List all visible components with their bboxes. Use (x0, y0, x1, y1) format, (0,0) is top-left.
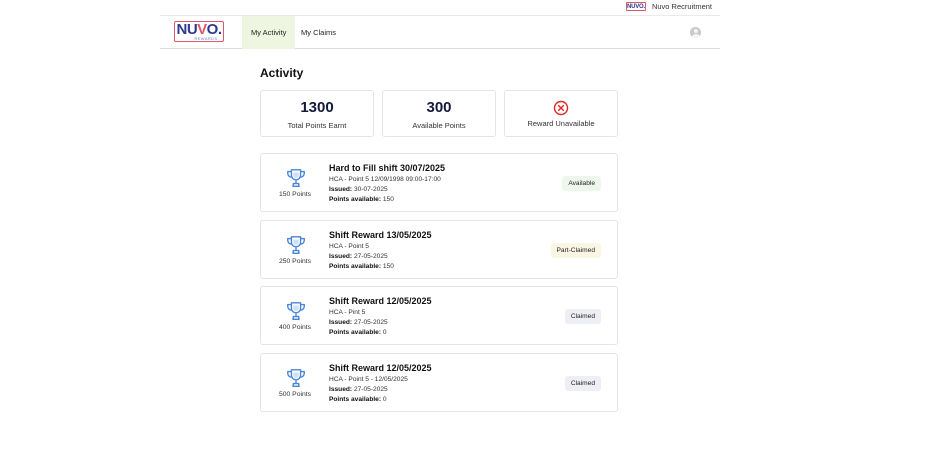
activity-detail: HCA - Point 5 - 12/05/2025 (329, 376, 408, 383)
activity-points-available: Points available: 150 (329, 196, 394, 203)
issued-date: 27-05-2025 (353, 319, 388, 326)
trophy-icon (287, 302, 305, 320)
activity-title: Shift Reward 13/05/2025 (329, 230, 432, 240)
activity-points-available: Points available: 150 (329, 263, 394, 270)
logo-subtitle: REWARDS (194, 35, 218, 41)
activity-title: Shift Reward 12/05/2025 (329, 363, 432, 373)
logo-text-nu: NU (176, 20, 198, 38)
status-badge: Claimed (564, 309, 601, 324)
issued-date: 27-05-2025 (353, 253, 388, 260)
activity-issued: Issued: 27-05-2025 (329, 386, 388, 393)
issued-label: Issued: (329, 319, 353, 326)
logo-text-v: V (197, 20, 207, 38)
activity-card[interactable]: 400 Points Shift Reward 12/05/2025 HCA -… (260, 286, 618, 345)
points-earned: 500 Points (278, 391, 312, 398)
tab-my-claims[interactable]: My Claims (292, 16, 345, 49)
issued-date: 30-07-2025 (353, 186, 388, 193)
trophy-icon (287, 236, 305, 254)
points-available-label: Points available: (329, 263, 382, 270)
trophy-icon (287, 169, 305, 187)
points-available-value: 150 (382, 196, 394, 203)
activity-card[interactable]: 250 Points Shift Reward 13/05/2025 HCA -… (260, 220, 618, 279)
stat-available-points: 300 Available Points (382, 90, 496, 137)
org-switcher[interactable]: NUVO. Nuvo Recruitment (625, 2, 712, 11)
points-available-value: 0 (382, 396, 387, 403)
stat-total-points: 1300 Total Points Earnt (260, 90, 374, 137)
tab-my-activity[interactable]: My Activity (242, 16, 296, 49)
points-earned: 400 Points (278, 324, 312, 331)
points-available-label: Points available: (329, 196, 382, 203)
trophy-icon (287, 369, 305, 387)
org-name: Nuvo Recruitment (651, 2, 712, 11)
top-org-bar: NUVO. Nuvo Recruitment (0, 0, 941, 15)
issued-date: 27-05-2025 (353, 386, 388, 393)
activity-issued: Issued: 30-07-2025 (329, 186, 388, 193)
nuvo-rewards-logo[interactable]: NUVO. REWARDS (174, 21, 224, 42)
page-title: Activity (260, 66, 304, 80)
stat-label: Available Points (412, 121, 466, 130)
activity-detail: HCA - Point 5 12/09/1998 09:00-17:00 (329, 176, 441, 183)
main-navbar: NUVO. REWARDS My Activity My Claims (160, 15, 720, 49)
status-badge: Available (562, 176, 601, 191)
activity-card[interactable]: 500 Points Shift Reward 12/05/2025 HCA -… (260, 353, 618, 412)
activity-points-available: Points available: 0 (329, 396, 387, 403)
org-logo: NUVO. (625, 2, 646, 11)
points-available-label: Points available: (329, 329, 382, 336)
points-available-value: 0 (382, 329, 387, 336)
activity-card[interactable]: 150 Points Hard to Fill shift 30/07/2025… (260, 153, 618, 212)
issued-label: Issued: (329, 253, 353, 260)
issued-label: Issued: (329, 186, 353, 193)
activity-title: Hard to Fill shift 30/07/2025 (329, 163, 446, 173)
activity-detail: HCA - Pint 5 (329, 309, 366, 316)
points-earned: 250 Points (278, 258, 312, 265)
issued-label: Issued: (329, 386, 353, 393)
points-available-value: 150 (382, 263, 394, 270)
activity-title: Shift Reward 12/05/2025 (329, 296, 432, 306)
points-available-label: Points available: (329, 396, 382, 403)
stat-value: 1300 (300, 99, 334, 116)
status-badge: Claimed (564, 376, 601, 391)
user-avatar-icon[interactable] (690, 27, 701, 38)
stat-label: Reward Unavailable (527, 119, 595, 128)
status-badge: Part-Claimed (550, 243, 601, 258)
stat-label: Total Points Earnt (287, 121, 347, 130)
points-earned: 150 Points (278, 191, 312, 198)
activity-issued: Issued: 27-05-2025 (329, 253, 388, 260)
stat-value: 300 (426, 99, 452, 116)
stat-reward-status: Reward Unavailable (504, 90, 618, 137)
activity-points-available: Points available: 0 (329, 329, 387, 336)
activity-issued: Issued: 27-05-2025 (329, 319, 388, 326)
activity-detail: HCA - Point 5 (329, 243, 369, 250)
x-circle-icon (553, 100, 569, 116)
logo-text-o: O. (206, 20, 222, 38)
